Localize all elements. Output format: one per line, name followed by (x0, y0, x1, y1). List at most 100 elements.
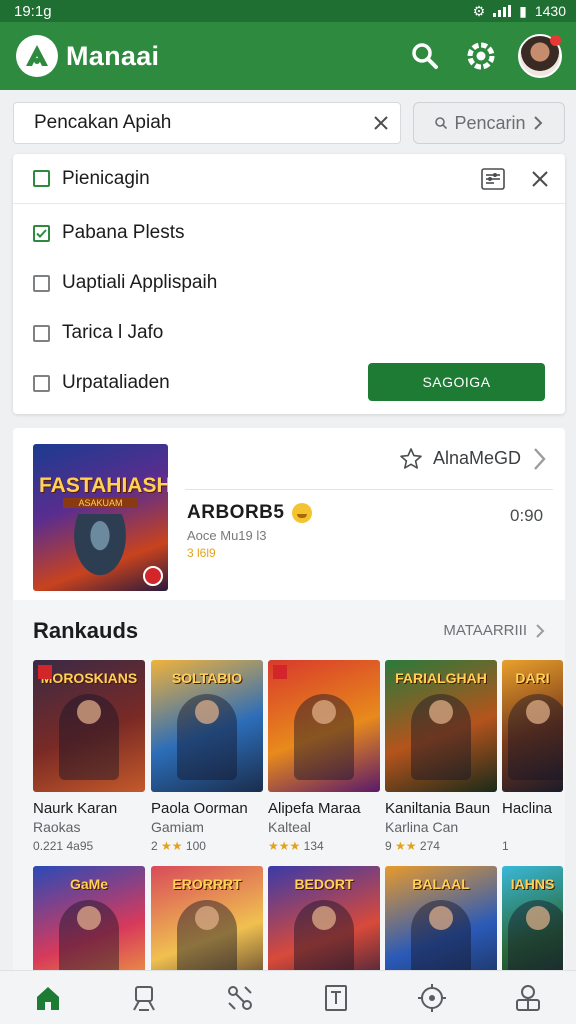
chevron-right-icon[interactable] (531, 446, 547, 472)
game-tile[interactable]: SOLTABIO (151, 660, 263, 792)
search-icon[interactable] (404, 35, 446, 77)
smiley-icon (292, 503, 313, 523)
checkbox[interactable] (33, 274, 50, 292)
filter-option[interactable]: Tarica l Jafo (33, 322, 163, 344)
home-icon[interactable] (26, 976, 70, 1020)
game-art-title: GaMe (69, 876, 109, 892)
game-rating: 0.221 4a95 (33, 839, 94, 853)
rankings-more-label: MATAARRIII (443, 622, 527, 639)
featured-hero-figure (67, 514, 133, 586)
game-art-title: SOLTABIO (171, 670, 243, 686)
search-small-icon (435, 117, 448, 130)
game-name[interactable]: Paola Oorman (151, 800, 248, 817)
game-corner-badge (38, 665, 52, 679)
featured-time: 0:90 (510, 506, 544, 525)
filter-option[interactable]: Pabana Plests (33, 222, 185, 244)
status-time: 19:1g (14, 2, 52, 20)
search-input-value: Pencakan Apiah (34, 112, 172, 133)
featured-app-name: ARBORB5 (187, 502, 285, 523)
app-bar: Manaai (0, 22, 576, 90)
game-developer: Karlina Can (385, 819, 459, 835)
app-logo (16, 35, 58, 77)
signal-icon (493, 5, 512, 17)
game-name[interactable]: Naurk Karan (33, 800, 117, 817)
featured-app-card[interactable]: FASTAHIASH ASAKUAM AlnaMeGD ARBORB5 Aoce… (13, 428, 565, 600)
rankings-title: Rankauds (33, 618, 139, 643)
game-name[interactable]: Alipefa Maraa (268, 800, 361, 817)
apply-filter-button[interactable]: SAGOIGA (368, 363, 545, 401)
filter-option[interactable]: Uaptiali Applispaih (33, 272, 217, 294)
bottom-navigation (0, 970, 576, 1024)
search-button[interactable]: Pencarin (413, 102, 565, 144)
game-corner-badge (273, 665, 287, 679)
filter-option-label: Pabana Plests (62, 222, 185, 243)
game-hero-figure (411, 694, 471, 780)
game-art-title: BEDORT (294, 876, 354, 892)
gamepad-icon[interactable] (410, 976, 454, 1020)
clear-icon[interactable] (372, 114, 390, 132)
game-rating: 1 (502, 839, 509, 853)
close-icon[interactable] (531, 170, 549, 188)
game-art-title: IAHNS (510, 876, 555, 892)
game-hero-figure (508, 694, 563, 780)
checkbox-checked[interactable] (33, 224, 50, 242)
filter-title: Pienicagin (62, 167, 150, 189)
game-name[interactable]: Kaniltania Baun (385, 800, 490, 817)
filter-option-label: Uaptiali Applispaih (62, 272, 218, 293)
filter-settings-icon[interactable] (481, 167, 505, 190)
featured-badge (143, 566, 163, 586)
profile-icon[interactable] (506, 976, 550, 1020)
rankings-see-more[interactable]: MATAARRIII (443, 622, 545, 639)
checkbox[interactable] (33, 374, 50, 392)
settings-icon[interactable] (460, 35, 502, 77)
filter-option[interactable]: Urpataliaden (33, 372, 170, 394)
filter-header: Pienicagin (13, 154, 565, 204)
filter-panel: Pienicagin Pabana Plests Uaptiali Applis… (13, 154, 565, 414)
chevron-right-icon (536, 623, 545, 638)
battery-icon: ▮ (519, 2, 527, 19)
game-art-title: ERORRRT (172, 876, 242, 892)
game-rating: 9 ★★ 274 (385, 839, 440, 853)
app-title: Manaai (66, 40, 160, 71)
person-icon[interactable] (122, 976, 166, 1020)
book-icon[interactable] (314, 976, 358, 1020)
filter-header-checkbox[interactable] (33, 170, 50, 187)
featured-thumb-subtitle: ASAKUAM (63, 498, 138, 508)
filter-option-label: Urpataliaden (62, 372, 170, 393)
checkbox[interactable] (33, 324, 50, 342)
filter-option-label: Tarica l Jafo (62, 322, 164, 343)
game-art-title: DARI (515, 670, 550, 686)
featured-app-thumbnail[interactable]: FASTAHIASH ASAKUAM (33, 444, 168, 591)
notification-dot (550, 35, 561, 46)
game-hero-figure (177, 694, 237, 780)
star-outline-icon[interactable] (399, 447, 423, 471)
game-name[interactable]: Haclina (502, 800, 552, 817)
game-tile[interactable]: MOROSKIANS (33, 660, 145, 792)
game-tile[interactable] (268, 660, 380, 792)
game-rating: 2 ★★ 100 (151, 839, 206, 853)
game-art-title: BALAAL (412, 876, 470, 892)
search-button-label: Pencarin (454, 112, 526, 133)
search-row: Pencakan Apiah Pencarin (13, 102, 565, 144)
game-tile[interactable]: FARIALGHAH (385, 660, 497, 792)
settings-status-icon: ⚙ (472, 2, 486, 19)
search-input[interactable]: Pencakan Apiah (13, 102, 401, 144)
game-rating: ★★★ 134 (268, 839, 324, 853)
game-art-title: FARIALGHAH (395, 670, 487, 686)
game-art-title: MOROSKIANS (40, 670, 138, 686)
featured-rating: 3 l6l9 (187, 546, 216, 560)
status-right-text: 1430 (534, 3, 566, 19)
compare-icon[interactable] (218, 976, 262, 1020)
chevron-right-icon (533, 116, 542, 130)
check-icon (36, 228, 47, 238)
game-tile[interactable]: DARI (502, 660, 563, 792)
featured-actions: AlnaMeGD (185, 428, 553, 490)
game-developer: Kalteal (268, 819, 311, 835)
featured-developer: Aoce Mu19 l3 (187, 528, 267, 543)
game-hero-figure (59, 694, 119, 780)
avatar[interactable] (518, 34, 562, 78)
featured-app-name-row: ARBORB5 (187, 502, 313, 524)
featured-action-label[interactable]: AlnaMeGD (433, 448, 521, 469)
game-developer: Raokas (33, 819, 81, 835)
status-icons: ⚙ ▮ 1430 (473, 3, 566, 20)
